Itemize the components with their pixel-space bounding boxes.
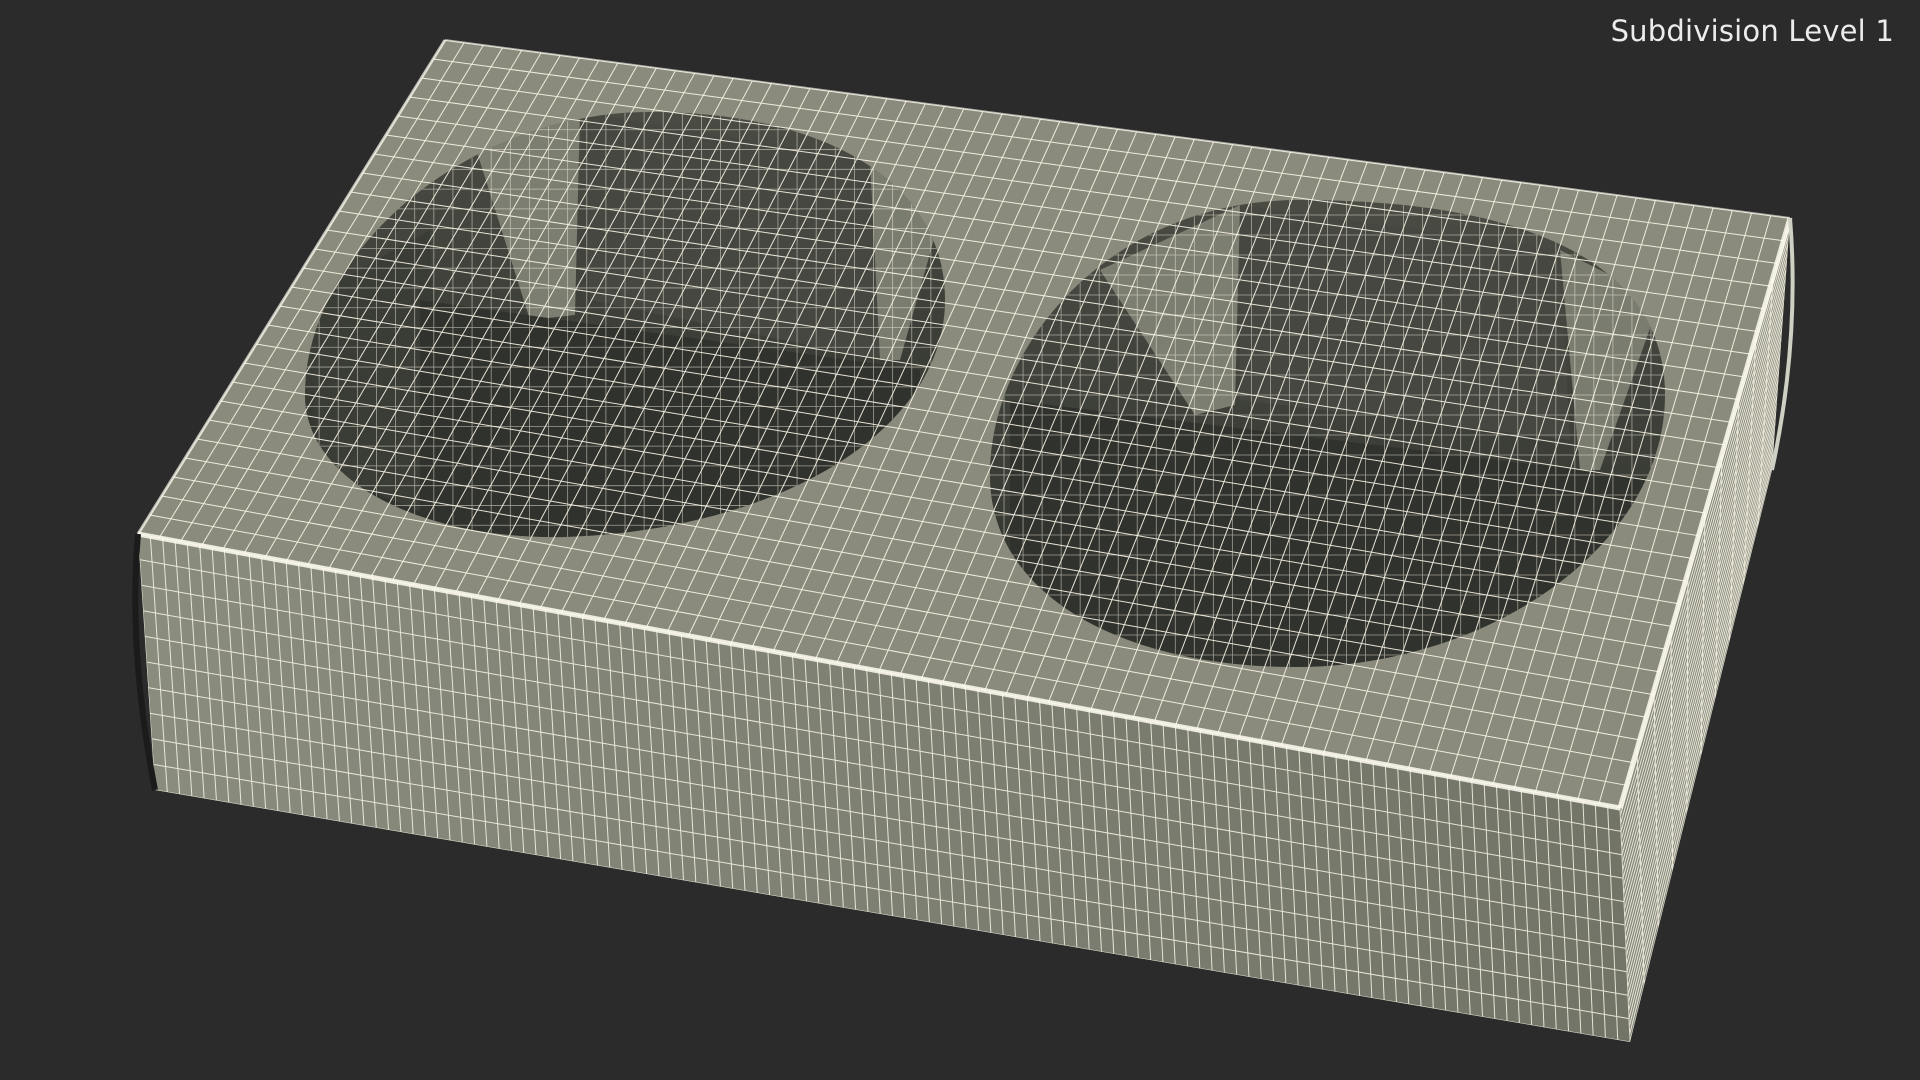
subdivision-level-label: Subdivision Level 1 [1610, 14, 1894, 48]
3d-viewport[interactable]: Subdivision Level 1 [0, 0, 1920, 1080]
cup-holder-model[interactable] [0, 0, 1920, 1080]
